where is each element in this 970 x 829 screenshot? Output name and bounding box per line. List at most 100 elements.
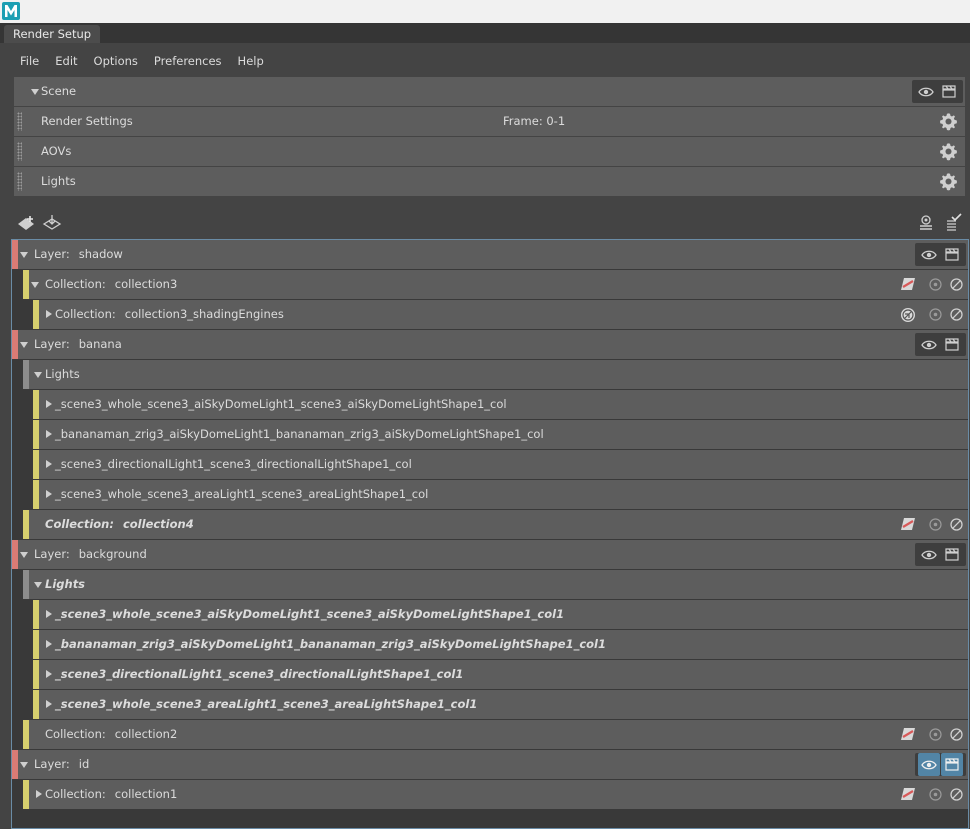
gear-icon[interactable] xyxy=(939,112,958,131)
menu-edit[interactable]: Edit xyxy=(47,51,85,71)
menu-file[interactable]: File xyxy=(12,51,47,71)
accept-imports-icon[interactable] xyxy=(944,213,962,232)
tab-render-setup[interactable]: Render Setup xyxy=(4,25,101,43)
layer-row-id[interactable]: Layer: id xyxy=(18,750,968,779)
override-icon[interactable] xyxy=(900,517,916,531)
collapse-arrow-icon[interactable] xyxy=(34,372,42,378)
expand-arrow-icon[interactable] xyxy=(46,610,52,618)
gear-icon[interactable] xyxy=(939,172,958,191)
disable-icon[interactable] xyxy=(949,787,964,802)
expand-arrow-icon[interactable] xyxy=(36,790,42,798)
render-setup-panel: File Edit Options Preferences Help Scene… xyxy=(0,43,970,829)
collapse-arrow-icon[interactable] xyxy=(31,282,39,288)
collapse-arrow-icon[interactable] xyxy=(34,582,42,588)
light-collection-row[interactable]: _scene3_whole_scene3_aiSkyDomeLight1_sce… xyxy=(39,390,968,419)
collection-row-collection4[interactable]: Collection: collection4 xyxy=(29,510,968,539)
render-settings-row[interactable]: Render Settings Frame: 0-1 xyxy=(14,107,965,136)
scene-row[interactable]: Scene xyxy=(14,77,965,106)
menu-preferences[interactable]: Preferences xyxy=(146,51,230,71)
light-collection-row[interactable]: _scene3_directionalLight1_scene3_directi… xyxy=(39,660,968,689)
isolate-select-icon[interactable] xyxy=(928,727,943,742)
disable-icon[interactable] xyxy=(949,307,964,322)
override-icon[interactable] xyxy=(900,787,916,801)
collection-name: collection2 xyxy=(114,727,178,741)
renderable-clapper-icon[interactable] xyxy=(941,333,963,356)
isolate-select-icon[interactable] xyxy=(928,277,943,292)
menu-options[interactable]: Options xyxy=(86,51,146,71)
item-name: _scene3_whole_scene3_areaLight1_scene3_a… xyxy=(55,487,429,501)
visibility-eye-icon[interactable] xyxy=(918,333,940,356)
layer-toggle-box xyxy=(915,753,966,776)
gear-icon[interactable] xyxy=(939,142,958,161)
expand-arrow-icon[interactable] xyxy=(46,640,52,648)
collection-row-collection3-shadingengines[interactable]: Collection: collection3_shadingEngines xyxy=(39,300,968,329)
item-name: _bananaman_zrig3_aiSkyDomeLight1_bananam… xyxy=(55,637,606,651)
layer-row-banana[interactable]: Layer: banana xyxy=(18,330,968,359)
expand-arrow-icon[interactable] xyxy=(46,400,52,408)
light-collection-row[interactable]: _scene3_whole_scene3_areaLight1_scene3_a… xyxy=(39,690,968,719)
disable-icon[interactable] xyxy=(949,517,964,532)
expand-arrow-icon[interactable] xyxy=(46,310,52,318)
title-bar xyxy=(0,0,970,23)
import-render-setup-icon[interactable] xyxy=(42,214,62,232)
item-name: _scene3_directionalLight1_scene3_directi… xyxy=(55,457,412,471)
override-icon[interactable] xyxy=(900,727,916,741)
collapse-arrow-icon[interactable] xyxy=(20,252,28,258)
light-collection-row[interactable]: _scene3_whole_scene3_areaLight1_scene3_a… xyxy=(39,480,968,509)
visibility-eye-icon[interactable] xyxy=(915,80,937,103)
disable-icon[interactable] xyxy=(949,727,964,742)
override-icon[interactable] xyxy=(900,277,916,291)
menu-bar: File Edit Options Preferences Help xyxy=(12,51,272,71)
renderable-clapper-icon[interactable] xyxy=(938,80,960,103)
shading-override-icon[interactable] xyxy=(900,307,916,323)
collection-name: collection3 xyxy=(114,277,178,291)
isolate-select-icon[interactable] xyxy=(928,787,943,802)
lights-group-row[interactable]: Lights xyxy=(29,570,968,599)
expand-arrow-icon[interactable] xyxy=(46,460,52,468)
expand-arrow-icon[interactable] xyxy=(46,490,52,498)
create-render-layer-icon[interactable] xyxy=(16,214,38,232)
collection-prefix: Collection: xyxy=(55,307,116,321)
layer-prefix: Layer: xyxy=(34,337,70,351)
layer-prefix: Layer: xyxy=(34,247,70,261)
light-collection-row[interactable]: _scene3_whole_scene3_aiSkyDomeLight1_sce… xyxy=(39,600,968,629)
collapse-arrow-icon[interactable] xyxy=(20,762,28,768)
isolate-select-icon[interactable] xyxy=(928,517,943,532)
renderable-clapper-icon[interactable] xyxy=(941,243,963,266)
render-view-icon[interactable] xyxy=(918,214,934,232)
collection-prefix: Collection: xyxy=(45,517,114,531)
collapse-arrow-icon[interactable] xyxy=(31,89,39,95)
collapse-arrow-icon[interactable] xyxy=(20,552,28,558)
disable-icon[interactable] xyxy=(949,277,964,292)
renderable-clapper-icon[interactable] xyxy=(941,753,963,776)
aovs-row[interactable]: AOVs xyxy=(14,137,965,166)
lights-label: Lights xyxy=(41,174,76,188)
light-collection-row[interactable]: _scene3_directionalLight1_scene3_directi… xyxy=(39,450,968,479)
render-layer-outliner: Layer: shadow Collection: collection3 Coll… xyxy=(11,239,969,829)
drag-handle-icon[interactable] xyxy=(17,142,22,161)
collection-prefix: Collection: xyxy=(45,727,106,741)
item-name: _scene3_whole_scene3_aiSkyDomeLight1_sce… xyxy=(55,607,565,621)
isolate-select-icon[interactable] xyxy=(928,307,943,322)
renderable-clapper-icon[interactable] xyxy=(941,543,963,566)
visibility-eye-icon[interactable] xyxy=(918,243,940,266)
light-collection-row[interactable]: _bananaman_zrig3_aiSkyDomeLight1_bananam… xyxy=(39,630,968,659)
light-collection-row[interactable]: _bananaman_zrig3_aiSkyDomeLight1_bananam… xyxy=(39,420,968,449)
lights-group-row[interactable]: Lights xyxy=(29,360,968,389)
collection-row-collection3[interactable]: Collection: collection3 xyxy=(29,270,968,299)
layer-row-shadow[interactable]: Layer: shadow xyxy=(18,240,968,269)
drag-handle-icon[interactable] xyxy=(17,112,22,131)
visibility-eye-icon[interactable] xyxy=(918,753,940,776)
expand-arrow-icon[interactable] xyxy=(46,670,52,678)
lights-row[interactable]: Lights xyxy=(14,167,965,196)
collection-row-collection2[interactable]: Collection: collection2 xyxy=(29,720,968,749)
layer-name: id xyxy=(78,757,90,771)
visibility-eye-icon[interactable] xyxy=(918,543,940,566)
drag-handle-icon[interactable] xyxy=(17,172,22,191)
expand-arrow-icon[interactable] xyxy=(46,430,52,438)
layer-row-background[interactable]: Layer: background xyxy=(18,540,968,569)
collection-row-collection1[interactable]: Collection: collection1 xyxy=(29,780,968,809)
expand-arrow-icon[interactable] xyxy=(46,700,52,708)
collapse-arrow-icon[interactable] xyxy=(20,342,28,348)
menu-help[interactable]: Help xyxy=(230,51,272,71)
